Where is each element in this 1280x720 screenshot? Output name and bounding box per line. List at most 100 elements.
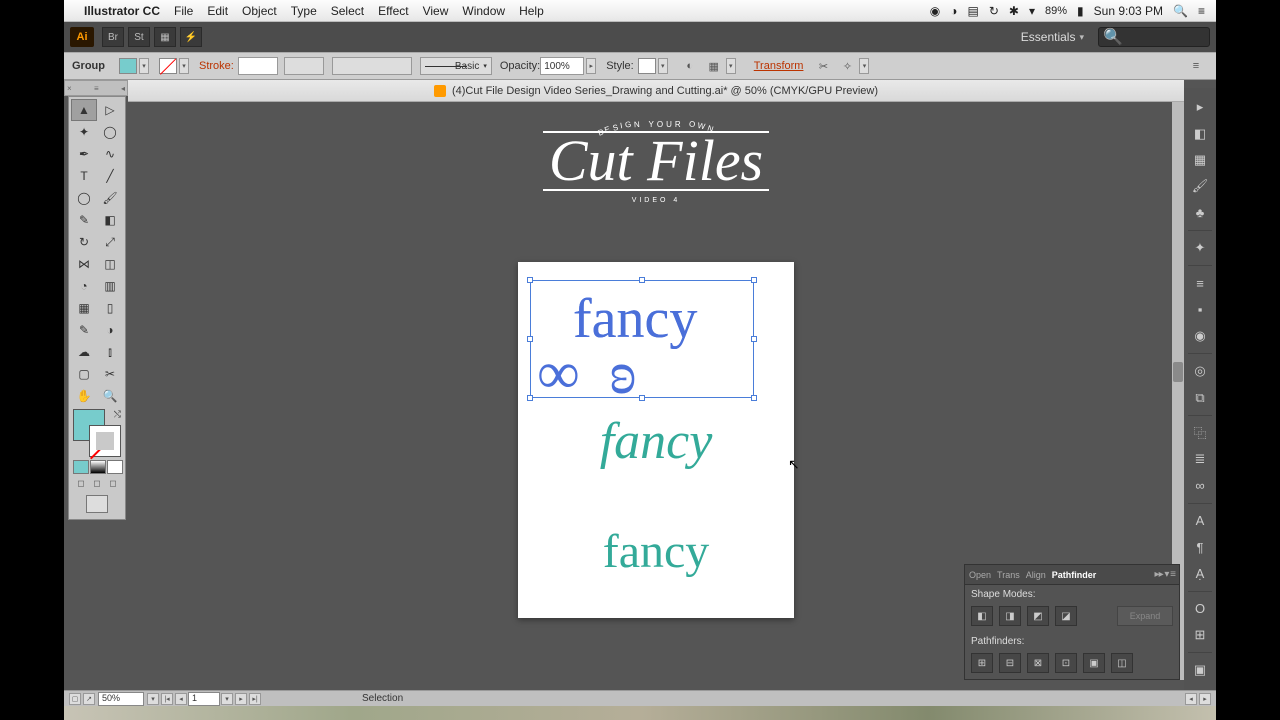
fill-swatch[interactable]	[119, 58, 137, 74]
panel-collapse-icon[interactable]: ▸▸ ▾ ≡	[1155, 569, 1175, 580]
libraries-panel-icon[interactable]: ≣	[1189, 449, 1211, 469]
align-icon[interactable]: ▦	[704, 58, 724, 74]
menu-effect[interactable]: Effect	[378, 4, 408, 18]
draw-behind-icon[interactable]: ◻	[90, 476, 104, 490]
handle-icon[interactable]	[639, 277, 645, 283]
slice-tool[interactable]: ✂	[97, 363, 123, 385]
style-label[interactable]: Style:	[606, 60, 634, 72]
status-icon[interactable]: ▢	[69, 693, 81, 705]
panel-collapse-strip[interactable]: ×≡◂	[64, 80, 128, 96]
gpu-button[interactable]: ⚡	[180, 27, 202, 47]
line-tool[interactable]: ╱	[97, 165, 123, 187]
vsp-dropdown[interactable]	[284, 57, 324, 75]
handle-icon[interactable]	[751, 277, 757, 283]
sync-icon[interactable]: ↻	[989, 4, 999, 18]
align-dropdown[interactable]: ▾	[726, 58, 736, 74]
tab-pathfinder[interactable]: Pathfinder	[1052, 570, 1097, 580]
stroke-label[interactable]: Stroke:	[199, 60, 234, 72]
stock-button[interactable]: St	[128, 27, 150, 47]
draw-inside-icon[interactable]: ◻	[106, 476, 120, 490]
bridge-button[interactable]: Br	[102, 27, 124, 47]
opacity-input[interactable]: 100%	[540, 57, 584, 75]
align-panel-icon[interactable]: ⊞	[1189, 625, 1211, 645]
edit-icon[interactable]: ✧	[837, 58, 857, 74]
stroke-weight-input[interactable]	[238, 57, 278, 75]
outline-button[interactable]: ▣	[1083, 653, 1105, 673]
stroke-swatch[interactable]	[159, 58, 177, 74]
tab-opentype[interactable]: Open	[969, 570, 991, 580]
lasso-tool[interactable]: ◯	[97, 121, 123, 143]
first-artboard-button[interactable]: |◂	[161, 693, 173, 705]
draw-normal-icon[interactable]: ◻	[74, 476, 88, 490]
wifi-icon[interactable]: ▾	[1029, 4, 1035, 18]
bluetooth-icon[interactable]: ✱	[1009, 4, 1019, 18]
selection-bounding-box[interactable]: fancy ∞ ʚ	[530, 280, 754, 398]
merge-button[interactable]: ⊠	[1027, 653, 1049, 673]
notification-icon[interactable]: ▤	[968, 4, 979, 18]
export-icon[interactable]: ↗	[83, 693, 95, 705]
minus-front-button[interactable]: ◨	[999, 606, 1021, 626]
width-tool[interactable]: ⋈	[71, 253, 97, 275]
menu-file[interactable]: File	[174, 4, 193, 18]
none-mode[interactable]	[107, 460, 123, 474]
swap-fill-stroke-icon[interactable]: ⤭	[114, 409, 121, 420]
pencil-tool[interactable]: ✎	[71, 209, 97, 231]
color-panel-icon[interactable]: ◧	[1189, 123, 1211, 143]
isolate-icon[interactable]: ✂	[813, 58, 833, 74]
battery-icon[interactable]: ▮	[1077, 4, 1084, 18]
chevron-down-icon[interactable]: ▾	[1079, 32, 1084, 43]
menu-object[interactable]: Object	[242, 4, 277, 18]
menu-select[interactable]: Select	[331, 4, 364, 18]
brushes-panel-icon[interactable]: 🖌	[1189, 176, 1211, 196]
panel-menu-icon[interactable]: ≡	[1186, 58, 1206, 74]
eyedropper-tool[interactable]: ✎	[71, 319, 97, 341]
more-dropdown[interactable]: ▾	[859, 58, 869, 74]
scale-tool[interactable]: ⤢	[97, 231, 123, 253]
character-panel-icon[interactable]: A	[1189, 511, 1211, 531]
gradient-tool[interactable]: ▯	[97, 297, 123, 319]
trim-button[interactable]: ⊟	[999, 653, 1021, 673]
menu-view[interactable]: View	[423, 4, 449, 18]
clock[interactable]: Sun 9:03 PM	[1094, 4, 1163, 18]
artboard-number[interactable]: 1	[188, 692, 220, 706]
graph-tool[interactable]: ⫾	[97, 341, 123, 363]
menu-window[interactable]: Window	[462, 4, 505, 18]
stroke-dropdown[interactable]: ▾	[179, 58, 189, 74]
mesh-tool[interactable]: ▦	[71, 297, 97, 319]
menu-edit[interactable]: Edit	[207, 4, 228, 18]
opentype-panel-icon[interactable]: O	[1189, 599, 1211, 619]
graphic-styles-panel-icon[interactable]: ◎	[1189, 361, 1211, 381]
recolor-icon[interactable]: ◐	[680, 58, 700, 74]
paragraph-panel-icon[interactable]: ¶	[1189, 537, 1211, 557]
last-artboard-button[interactable]: ▸|	[249, 693, 261, 705]
brush-dropdown[interactable]	[332, 57, 412, 75]
minus-back-button[interactable]: ◫	[1111, 653, 1133, 673]
opacity-dropdown[interactable]: ▸	[586, 58, 596, 74]
zoom-tool[interactable]: 🔍	[97, 385, 123, 407]
status-icon[interactable]: ◑	[950, 4, 957, 18]
asset-panel-icon[interactable]: ⿻	[1189, 423, 1211, 443]
exclude-button[interactable]: ◪	[1055, 606, 1077, 626]
panel-toggle-icon[interactable]: ▸	[1189, 97, 1211, 117]
type-tool[interactable]: T	[71, 165, 97, 187]
transform-link[interactable]: Transform	[754, 60, 804, 72]
battery-percent[interactable]: 89%	[1045, 5, 1067, 17]
eraser-tool[interactable]: ◧	[97, 209, 123, 231]
glyphs-panel-icon[interactable]: Ạ	[1189, 563, 1211, 583]
color-mode[interactable]	[73, 460, 89, 474]
symbols-panel-icon[interactable]: ♣	[1189, 202, 1211, 222]
cc-panel-icon[interactable]: ∞	[1189, 475, 1211, 495]
selection-tool[interactable]: ▲	[71, 99, 97, 121]
handle-icon[interactable]	[639, 395, 645, 401]
spotlight-icon[interactable]: 🔍	[1173, 4, 1188, 18]
intersect-button[interactable]: ◩	[1027, 606, 1049, 626]
screen-mode[interactable]	[73, 495, 121, 513]
menu-extras-icon[interactable]: ≡	[1198, 4, 1205, 18]
shape-builder-tool[interactable]: ◔	[71, 275, 97, 297]
transform-panel-icon[interactable]: ▣	[1189, 660, 1211, 680]
fill-stroke-control[interactable]: ⤭	[73, 409, 121, 457]
menu-type[interactable]: Type	[291, 4, 317, 18]
stroke-panel-icon[interactable]: ✦	[1189, 238, 1211, 258]
search-field[interactable]: 🔍	[1098, 27, 1210, 47]
paintbrush-tool[interactable]: 🖌	[97, 187, 123, 209]
